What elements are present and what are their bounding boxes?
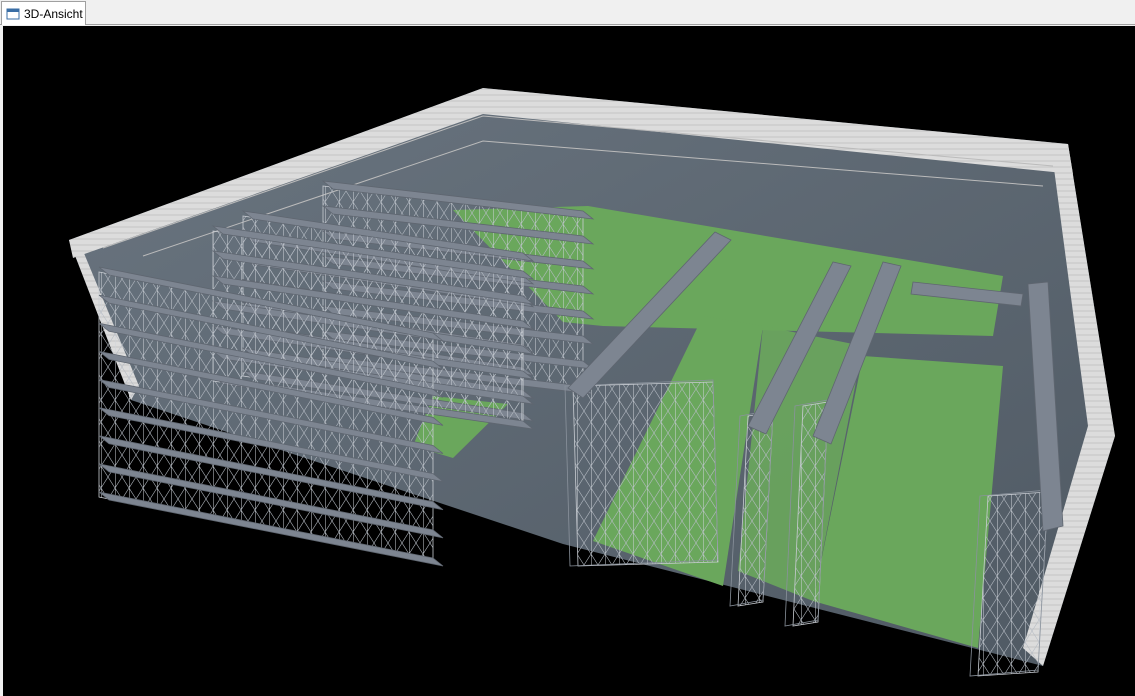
rack-column-3-frame — [977, 491, 1049, 677]
tab-bar: 3D-Ansicht — [0, 0, 1135, 25]
tab-3d-view[interactable]: 3D-Ansicht — [1, 1, 86, 25]
tab-label: 3D-Ansicht — [24, 6, 83, 21]
warehouse-3d-scene — [69, 88, 1115, 677]
window-icon — [6, 7, 20, 21]
3d-viewport[interactable] — [3, 26, 1135, 696]
rack-wall-1-frame — [572, 381, 719, 567]
